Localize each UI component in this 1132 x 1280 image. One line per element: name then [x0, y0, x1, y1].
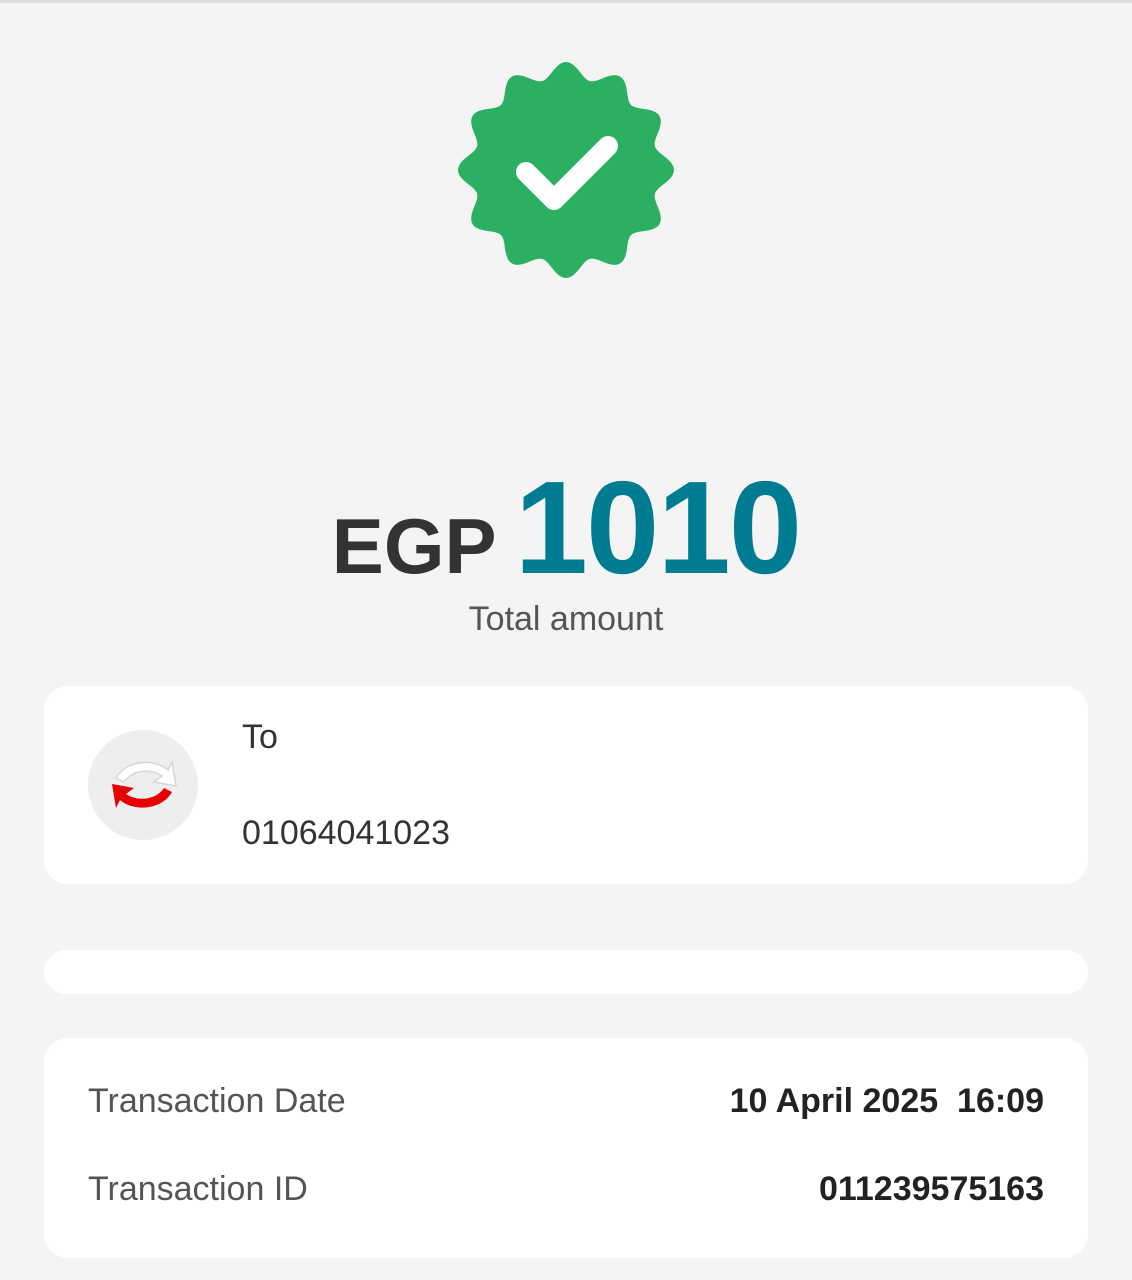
transaction-details-card: Transaction Date 10 April 2025 16:09 Tra…: [44, 1038, 1088, 1258]
total-amount-label: Total amount: [468, 600, 664, 638]
recipient-number: 01064041023: [242, 814, 451, 852]
transaction-date-label: Transaction Date: [88, 1082, 346, 1120]
transaction-date-row: Transaction Date 10 April 2025 16:09: [88, 1082, 1044, 1132]
amount-display: EGP 1010: [0, 452, 1132, 601]
currency-label: EGP: [331, 502, 497, 590]
recipient-card: To 01064041023: [44, 686, 1088, 884]
transaction-date-value: 10 April 2025 16:09: [729, 1082, 1044, 1120]
verified-check-badge-icon: [456, 60, 676, 280]
empty-info-card: [44, 950, 1088, 994]
transaction-id-label: Transaction ID: [88, 1170, 308, 1208]
top-divider: [0, 0, 1132, 3]
transfer-arrows-icon: [88, 730, 198, 840]
recipient-label: To: [242, 718, 278, 756]
amount-value: 1010: [514, 454, 803, 601]
transaction-id-row: Transaction ID 011239575163: [88, 1170, 1044, 1220]
transaction-id-value: 011239575163: [818, 1170, 1044, 1208]
transaction-receipt: EGP 1010 Total amount To 01064041023 Tran…: [0, 0, 1132, 1280]
